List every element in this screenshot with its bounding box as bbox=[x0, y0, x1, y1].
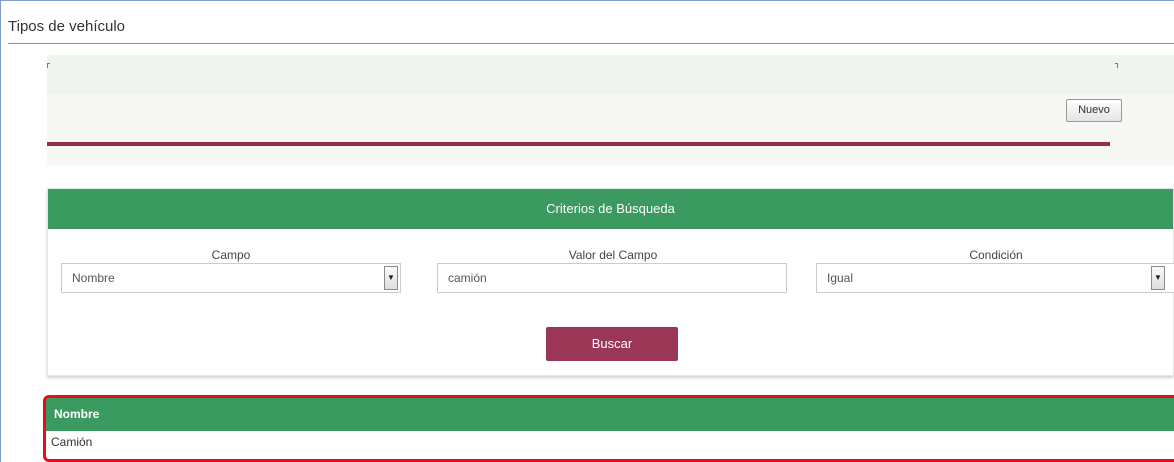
results-header-nombre: Nombre bbox=[46, 398, 1174, 431]
window-border-left bbox=[0, 0, 1, 462]
title-divider bbox=[8, 43, 1174, 44]
page-title: Tipos de vehículo bbox=[8, 18, 126, 35]
results-table: Nombre Camión bbox=[43, 395, 1174, 462]
search-button[interactable]: Buscar bbox=[546, 327, 678, 361]
chevron-down-icon[interactable]: ▼ bbox=[384, 266, 398, 290]
valor-input[interactable]: camión bbox=[437, 263, 787, 293]
condicion-select-value: Igual bbox=[827, 271, 854, 285]
window-border-top bbox=[0, 0, 1174, 1]
campo-select[interactable]: Nombre ▼ bbox=[61, 263, 401, 293]
campo-label: Campo bbox=[211, 248, 251, 262]
chevron-down-icon[interactable]: ▼ bbox=[1151, 266, 1165, 290]
panel-divider bbox=[47, 142, 1110, 146]
new-button[interactable]: Nuevo bbox=[1066, 99, 1122, 122]
search-criteria-card: Criterios de Búsqueda Campo Valor del Ca… bbox=[47, 188, 1174, 376]
actions-panel: Nuevo bbox=[47, 55, 1174, 165]
condicion-label: Condición bbox=[969, 248, 1023, 262]
panel-corner-left-icon bbox=[47, 63, 50, 68]
table-row[interactable]: Camión bbox=[46, 431, 1174, 453]
condicion-select[interactable]: Igual ▼ bbox=[816, 263, 1174, 293]
search-criteria-header: Criterios de Búsqueda bbox=[48, 189, 1173, 229]
campo-select-value: Nombre bbox=[72, 271, 115, 285]
panel-corner-right-icon bbox=[1115, 63, 1118, 68]
valor-label: Valor del Campo bbox=[568, 248, 658, 262]
actions-panel-band bbox=[47, 55, 1174, 95]
